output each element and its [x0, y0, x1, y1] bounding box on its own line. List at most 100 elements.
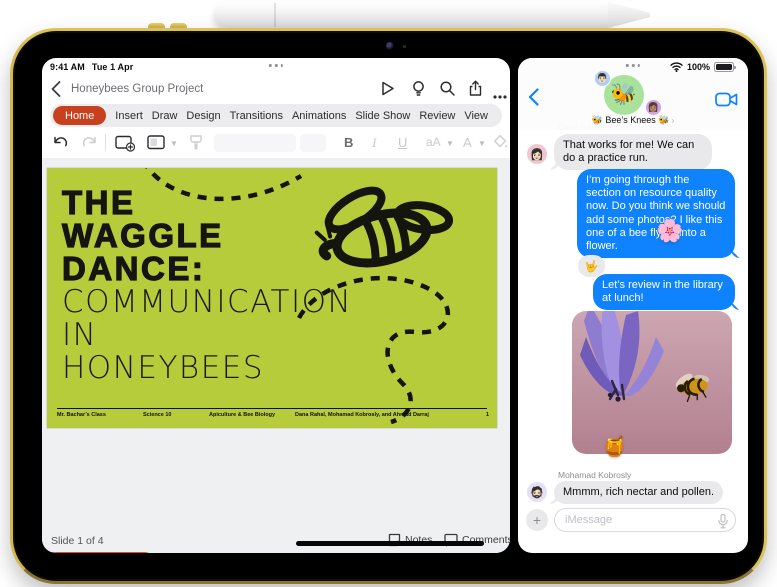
- tab-transitions[interactable]: Transitions: [230, 110, 283, 122]
- slide-footer-rule: [57, 408, 487, 409]
- chevron-left-icon: [528, 88, 539, 106]
- group-member-avatar: 👩🏽: [645, 99, 662, 116]
- undo-icon: [54, 136, 68, 147]
- play-icon: [382, 81, 394, 96]
- tab-view[interactable]: View: [464, 110, 488, 122]
- chevron-right-icon: ›: [671, 115, 675, 125]
- avatar-dana: 👩🏻: [527, 144, 547, 164]
- incoming-message[interactable]: Mmmm, rich nectar and pollen.: [554, 481, 723, 505]
- ellipsis-icon: [493, 95, 507, 99]
- tab-slideshow[interactable]: Slide Show: [355, 110, 410, 122]
- flower-sticker[interactable]: 🌸: [656, 218, 683, 244]
- bold-button[interactable]: B: [344, 135, 353, 150]
- group-member-avatar: 👨🏻: [594, 70, 611, 87]
- front-camera: [386, 42, 394, 50]
- facetime-button[interactable]: [715, 92, 738, 112]
- status-date: Tue 1 Apr: [91, 62, 134, 72]
- chevron-down-icon: ▼: [446, 139, 454, 148]
- status-bar-left: 9:41 AM Tue 1 Apr: [50, 62, 133, 72]
- text-color-button[interactable]: A: [463, 135, 472, 150]
- apple-pencil: [214, 2, 650, 28]
- paint-bucket-icon: [494, 134, 507, 148]
- slide-layout-icon: [147, 135, 165, 150]
- slide-position-label: Slide 1 of 4: [51, 535, 104, 547]
- play-button[interactable]: [379, 80, 396, 102]
- outgoing-message[interactable]: Let’s review in the library at lunch!: [593, 274, 735, 311]
- conversation-header: 100% 🐝 👨🏻 👩🏽 🐝 Bee’s Knees 🐝 ›: [518, 58, 748, 130]
- imessage-input[interactable]: [565, 511, 713, 529]
- multitasking-indicator-icon[interactable]: [268, 64, 284, 67]
- apple-pencil-seam: [274, 3, 276, 27]
- add-slide-icon: [115, 135, 136, 152]
- chevron-left-icon: [51, 81, 61, 97]
- more-button[interactable]: [493, 86, 507, 104]
- back-button[interactable]: [51, 81, 61, 102]
- outgoing-message[interactable]: I’m going through the section on resourc…: [577, 169, 735, 259]
- add-slide-button[interactable]: [115, 134, 136, 157]
- redo-icon: [82, 136, 96, 147]
- text-size-button[interactable]: aA: [426, 135, 441, 149]
- slide-footer-authors: Dana Rahal, Mohamad Kobrosly, and Ahmad …: [295, 412, 429, 418]
- keynote-window: 9:41 AM Tue 1 Apr Honeybees Group Project…: [42, 58, 510, 553]
- search-button[interactable]: [439, 80, 456, 102]
- tab-design[interactable]: Design: [186, 110, 220, 122]
- camera-mic-dot: [403, 45, 406, 48]
- microphone-icon: [718, 513, 728, 529]
- wifi-icon: [670, 62, 683, 72]
- redo-button[interactable]: [81, 134, 98, 156]
- chevron-down-icon: ▼: [170, 139, 178, 148]
- tab-review[interactable]: Review: [419, 110, 455, 122]
- photo-message-bee-flower[interactable]: [572, 311, 732, 454]
- honey-pot-sticker[interactable]: 🍯: [602, 434, 627, 459]
- share-icon: [469, 80, 482, 96]
- scene: 9:41 AM Tue 1 Apr Honeybees Group Project…: [0, 0, 777, 587]
- tapback-reaction[interactable]: 🤟: [578, 255, 607, 280]
- document-title[interactable]: Honeybees Group Project: [71, 83, 203, 95]
- slide-title[interactable]: THE WAGGLE DANCE:: [61, 185, 224, 285]
- status-bar-right: 100%: [670, 62, 736, 72]
- back-button[interactable]: [528, 88, 539, 111]
- ribbon-tab-bar: Home Insert Draw Design Transitions Anim…: [50, 104, 502, 127]
- group-name-button[interactable]: 🐝 Bee’s Knees 🐝 ›: [518, 115, 748, 126]
- multitasking-indicator-icon[interactable]: [625, 64, 641, 67]
- avatar-mohamad: 🧔🏻: [527, 482, 547, 502]
- lightbulb-icon: [413, 81, 424, 96]
- bee-drawing: [314, 186, 454, 268]
- tab-home[interactable]: Home: [53, 106, 107, 125]
- underline-button[interactable]: U: [398, 135, 407, 150]
- composer-field[interactable]: [554, 508, 736, 532]
- paragraph-style-control[interactable]: [214, 133, 296, 152]
- video-camera-icon: [715, 92, 738, 107]
- slide-layout-button[interactable]: [147, 134, 167, 156]
- presenter-tips-button[interactable]: [410, 80, 427, 102]
- slide-footer-class: Mr. Bachar’s Class: [57, 412, 106, 418]
- italic-button[interactable]: I: [372, 135, 376, 151]
- dictation-button[interactable]: [718, 513, 728, 534]
- home-indicator[interactable]: [296, 541, 484, 546]
- battery-icon: [714, 62, 736, 72]
- apple-pencil-tip: [608, 2, 650, 28]
- slide-subtitle[interactable]: COMMUNICATION IN HONEYBEES: [62, 286, 352, 385]
- tab-insert[interactable]: Insert: [115, 110, 143, 122]
- undo-button[interactable]: [52, 134, 69, 156]
- tab-animations[interactable]: Animations: [292, 110, 346, 122]
- battery-percent: 100%: [686, 62, 710, 72]
- slide-canvas: THE WAGGLE DANCE: COMMUNICATION IN HONEY…: [42, 158, 510, 553]
- status-time: 9:41 AM: [50, 62, 85, 72]
- font-size-control[interactable]: [300, 133, 326, 152]
- bee-flower-photo: [572, 311, 732, 454]
- sender-label: Mohamad Kobrosly: [558, 470, 632, 480]
- share-button[interactable]: [467, 80, 484, 102]
- composer-plus-button[interactable]: +: [526, 509, 548, 531]
- toolbar-divider: [105, 134, 106, 151]
- tab-draw[interactable]: Draw: [152, 110, 178, 122]
- format-paint-button[interactable]: [188, 134, 204, 156]
- current-slide[interactable]: THE WAGGLE DANCE: COMMUNICATION IN HONEY…: [47, 168, 497, 428]
- incoming-message[interactable]: That works for me! We can do a practice …: [554, 134, 712, 171]
- slide-footer-subject: Apiculture & Bee Biology: [209, 412, 276, 418]
- slide-footer-page: 1: [485, 412, 489, 418]
- search-icon: [440, 81, 455, 96]
- fill-color-button[interactable]: [493, 134, 508, 155]
- chevron-down-icon: ▼: [478, 139, 486, 148]
- format-toolbar: ▼ B I U aA ▼ A ▼: [42, 130, 510, 156]
